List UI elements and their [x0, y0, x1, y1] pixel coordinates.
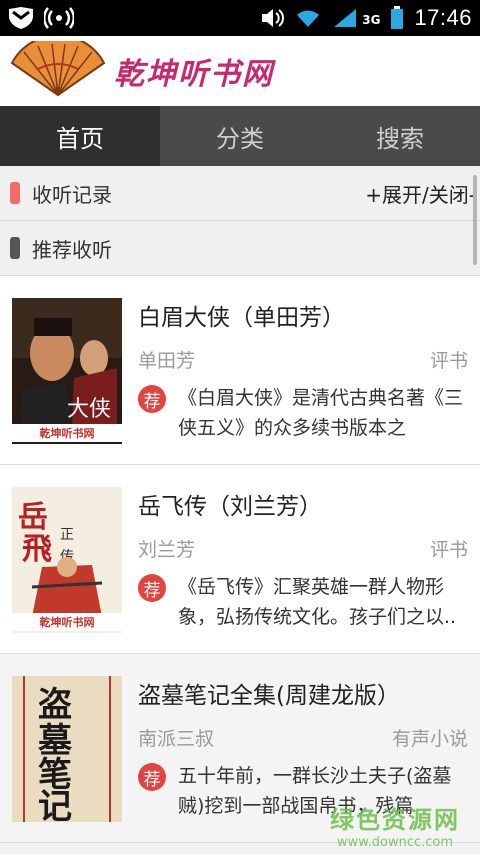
watermark: 绿色资源网 www.downcc.com: [330, 800, 460, 850]
clock: 17:46: [414, 5, 472, 30]
app-header: 乾坤听书网: [0, 34, 480, 106]
cover-site-label: 乾坤听书网: [12, 424, 122, 442]
watermark-text: 绿色资源网: [330, 806, 460, 834]
item-title: 岳飞传（刘兰芳）: [138, 494, 322, 520]
watermark-url: www.downcc.com: [336, 835, 454, 850]
wifi-icon: [294, 7, 322, 29]
history-marker: [10, 182, 20, 204]
recommend-badge-icon: 荐: [138, 574, 166, 602]
svg-text:正: 正: [60, 527, 74, 543]
item-category: 评书: [429, 539, 468, 561]
book-cover: 岳 飛 正 传 乾坤听书网: [12, 487, 122, 633]
main-tabs: 首页 分类 搜索: [0, 106, 480, 166]
recommend-badge-icon: 荐: [138, 763, 166, 791]
svg-text:记: 记: [38, 787, 72, 822]
recommend-marker: [10, 237, 20, 259]
tab-category[interactable]: 分类: [160, 106, 320, 166]
item-author: 单田芳: [138, 350, 196, 372]
item-description: 《岳飞传》汇聚英雄一群人物形象，弘扬传统文化。孩子们之以..: [178, 576, 457, 628]
item-title: 白眉大侠（单田芳）: [138, 305, 345, 331]
scrollbar[interactable]: [473, 175, 477, 265]
volume-icon: [260, 7, 285, 29]
item-author: 南派三叔: [138, 728, 215, 750]
history-title: 收听记录: [32, 182, 112, 207]
signal-icon: [332, 7, 358, 29]
hotspot-icon: [44, 6, 74, 30]
recommend-list: 大侠 乾坤听书网 白眉大侠（单田芳） 单田芳 评书 荐 《白眉大侠》是清代古典名…: [0, 276, 480, 843]
item-title: 盗墓笔记全集(周建龙版）: [138, 683, 400, 709]
battery-icon: [390, 6, 404, 30]
shield-icon: [8, 6, 34, 30]
list-item[interactable]: 大侠 乾坤听书网 白眉大侠（单田芳） 单田芳 评书 荐 《白眉大侠》是清代古典名…: [0, 276, 480, 465]
tab-search[interactable]: 搜索: [320, 106, 480, 166]
network-type-label: 3G: [362, 13, 381, 27]
history-section-header[interactable]: 收听记录 +展开/关闭-: [0, 166, 480, 221]
recommend-title: 推荐收听: [32, 237, 112, 262]
recommend-badge-icon: 荐: [138, 385, 166, 413]
recommend-section-header: 推荐收听: [0, 221, 480, 276]
book-cover: 大侠 乾坤听书网: [12, 298, 122, 444]
svg-text:飛: 飛: [22, 532, 52, 567]
status-bar: 3G 17:46: [0, 0, 480, 36]
item-category: 有声小说: [391, 728, 468, 750]
svg-text:盗: 盗: [38, 685, 72, 725]
expand-collapse-toggle[interactable]: +展开/关闭-: [365, 179, 476, 208]
list-item[interactable]: 岳 飛 正 传 乾坤听书网 岳飞传（刘兰芳） 刘兰芳 评书 荐 《岳飞传》汇聚英…: [0, 465, 480, 654]
item-author: 刘兰芳: [138, 539, 196, 561]
fan-logo-icon: [8, 34, 108, 101]
cover-site-label: 乾坤听书网: [12, 613, 122, 631]
item-category: 评书: [429, 350, 468, 372]
book-cover: 盗 墓 笔 记: [12, 676, 122, 822]
tab-home[interactable]: 首页: [0, 106, 160, 166]
svg-text:岳: 岳: [18, 500, 48, 535]
svg-text:大侠: 大侠: [67, 397, 111, 422]
app-logo-text: 乾坤听书网: [114, 57, 274, 92]
item-description: 《白眉大侠》是清代古典名著《三侠五义》的众多续书版本之: [178, 387, 464, 439]
